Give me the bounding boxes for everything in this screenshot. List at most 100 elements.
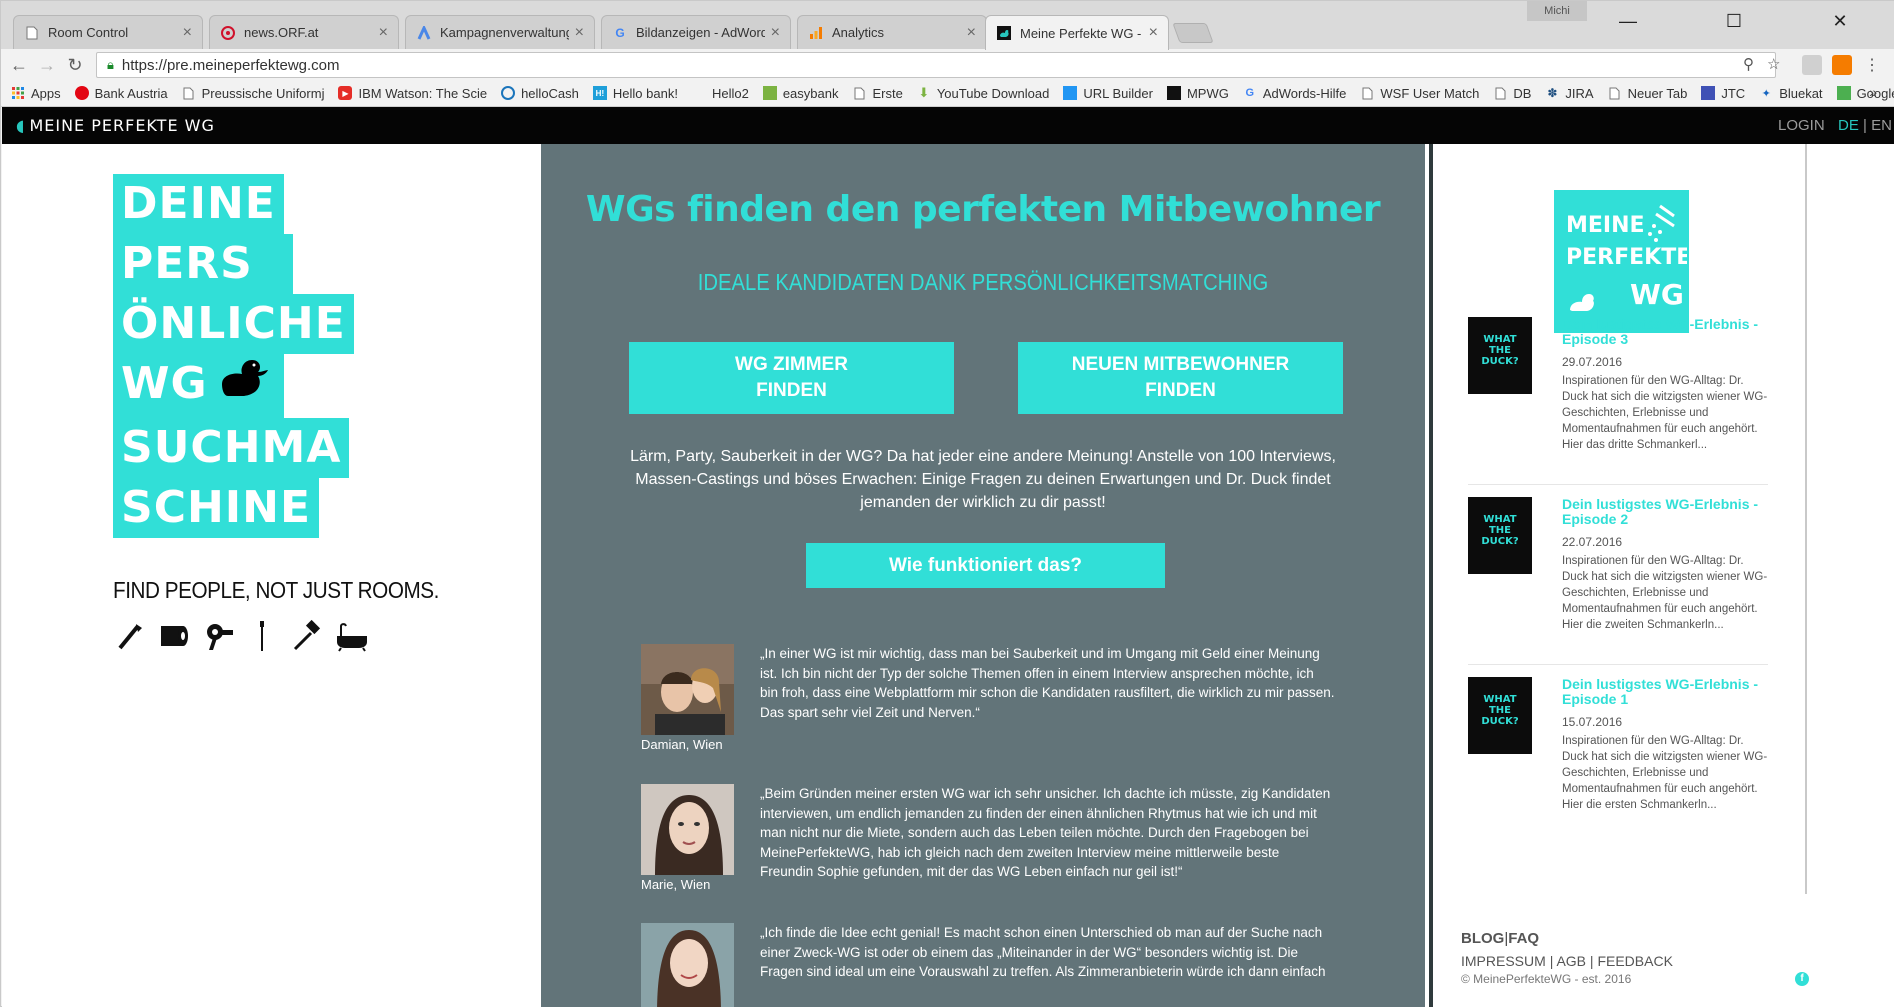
bookmark-easybank[interactable]: easybank bbox=[762, 85, 839, 101]
maximize-icon[interactable]: ☐ bbox=[1714, 11, 1754, 32]
cloud-extension-icon[interactable] bbox=[1802, 55, 1822, 75]
tab-room-control[interactable]: Room Control × bbox=[13, 15, 203, 49]
bookmark-hello2[interactable]: Hello2 bbox=[692, 86, 749, 101]
blog-post[interactable]: WHAT THE DUCK? Dein lustigstes WG-Erlebnis… bbox=[1468, 317, 1768, 477]
sidebar-scrollbar[interactable] bbox=[1805, 144, 1807, 894]
back-icon[interactable]: ← bbox=[7, 53, 31, 77]
lang-en-link[interactable]: EN bbox=[1871, 117, 1892, 134]
testimonial: Marie, Wien „Beim Gründen meiner ersten … bbox=[641, 784, 1341, 894]
close-icon[interactable]: × bbox=[1149, 24, 1158, 42]
impressum-link[interactable]: IMPRESSUM bbox=[1461, 953, 1546, 969]
profile-name[interactable]: Michi bbox=[1527, 1, 1587, 21]
bookmark-bank-austria[interactable]: Bank Austria bbox=[74, 86, 168, 101]
tab-orf[interactable]: news.ORF.at × bbox=[209, 15, 399, 49]
tab-meine-perfekte-wg[interactable]: Meine Perfekte WG - WG × bbox=[985, 15, 1169, 50]
bookmark-apps[interactable]: Apps bbox=[11, 86, 61, 101]
brand-logo-line: PERFEKTE bbox=[1566, 245, 1687, 270]
lang-separator: | bbox=[1858, 117, 1872, 134]
tab-title: Room Control bbox=[48, 25, 129, 40]
url-text[interactable]: https://pre.meineperfektewg.com bbox=[122, 57, 340, 74]
faq-link[interactable]: FAQ bbox=[1508, 930, 1539, 947]
bookmark-label: Neuer Tab bbox=[1627, 85, 1688, 101]
star-icon[interactable]: ☆ bbox=[1767, 55, 1780, 73]
bookmark-hellocash[interactable]: helloCash bbox=[501, 86, 579, 101]
bookmark-erste[interactable]: Erste bbox=[852, 85, 903, 101]
tab-analytics[interactable]: Analytics × bbox=[797, 15, 987, 49]
close-icon[interactable]: × bbox=[967, 24, 976, 42]
facebook-icon[interactable]: f bbox=[1795, 972, 1809, 986]
reload-icon[interactable]: ↻ bbox=[63, 53, 87, 77]
post-separator bbox=[1468, 664, 1768, 665]
lang-de-link[interactable]: DE bbox=[1838, 117, 1859, 134]
close-icon[interactable]: × bbox=[183, 24, 192, 42]
browser-toolbar: ← → ↻ 🔒︎ https://pre.meineperfektewg.com… bbox=[1, 49, 1894, 80]
bookmark-youtube-download[interactable]: ⬇ YouTube Download bbox=[917, 85, 1050, 101]
bookmark-jira[interactable]: ✽ JIRA bbox=[1545, 86, 1593, 101]
bookmark-url-builder[interactable]: URL Builder bbox=[1063, 86, 1153, 101]
blog-post-title[interactable]: Dein lustigstes WG-Erlebnis - Episode 2 bbox=[1562, 497, 1772, 527]
site-logo[interactable]: ◖ MEINE PERFEKTE WG bbox=[16, 116, 215, 135]
close-window-icon[interactable]: ✕ bbox=[1820, 11, 1860, 32]
bookmark-db[interactable]: DB bbox=[1493, 86, 1531, 101]
tab-kampagnenverwaltung[interactable]: Kampagnenverwaltung - × bbox=[405, 15, 595, 49]
blog-post-date: 22.07.2016 bbox=[1562, 535, 1623, 549]
how-it-works-button[interactable]: Wie funktioniert das? bbox=[806, 543, 1165, 588]
bookmark-preussische[interactable]: Preussische Uniformj bbox=[182, 86, 324, 101]
close-icon[interactable]: × bbox=[379, 24, 388, 42]
agb-link[interactable]: AGB bbox=[1556, 953, 1586, 969]
feedback-link[interactable]: FEEDBACK bbox=[1597, 953, 1672, 969]
blog-post-thumbnail[interactable]: WHAT THE DUCK? bbox=[1468, 497, 1532, 574]
close-icon[interactable]: × bbox=[771, 24, 780, 42]
bookmark-wsf-user-match[interactable]: WSF User Match bbox=[1360, 86, 1479, 101]
blog-post-title[interactable]: Dein lustigstes WG-Erlebnis - Episode 3 bbox=[1562, 317, 1772, 347]
testimonial-photo bbox=[641, 644, 734, 735]
toilet-paper-icon bbox=[157, 619, 191, 653]
bookmark-neuer-tab[interactable]: Neuer Tab bbox=[1608, 85, 1688, 101]
maps-icon bbox=[1836, 86, 1851, 100]
minimize-icon[interactable]: — bbox=[1608, 11, 1648, 32]
page-icon bbox=[1360, 86, 1374, 100]
bookmark-label: YouTube Download bbox=[936, 85, 1050, 101]
brand-logo[interactable]: MEINE PERFEKTE WG bbox=[1554, 190, 1691, 333]
jira-icon: ✽ bbox=[1547, 86, 1558, 100]
bookmark-adwords-hilfe[interactable]: G AdWords-Hilfe bbox=[1243, 86, 1347, 101]
blog-post[interactable]: WHAT THE DUCK? Dein lustigstes WG-Erlebnis… bbox=[1468, 677, 1768, 837]
bookmark-bluekat[interactable]: ✦ Bluekat bbox=[1759, 86, 1823, 101]
brand-logo-line: WG bbox=[1630, 278, 1684, 311]
bookmark-hello-bank[interactable]: H! Hello bank! bbox=[592, 86, 678, 101]
bookmark-label: DB bbox=[1513, 85, 1532, 101]
login-link[interactable]: LOGIN bbox=[1778, 117, 1825, 134]
blog-post-title[interactable]: Dein lustigstes WG-Erlebnis - Episode 1 bbox=[1562, 677, 1772, 707]
tab-title: news.ORF.at bbox=[244, 25, 319, 40]
bookmarks-more-icon[interactable]: » bbox=[1869, 84, 1877, 100]
close-icon[interactable]: × bbox=[575, 24, 584, 42]
find-roommate-button[interactable]: NEUEN MITBEWOHNER FINDEN bbox=[1018, 342, 1343, 414]
bookmark-mpwg[interactable]: MPWG bbox=[1166, 86, 1229, 101]
blog-link[interactable]: BLOG bbox=[1461, 930, 1504, 947]
hairdryer-icon bbox=[201, 619, 235, 653]
blog-post-thumbnail[interactable]: WHAT THE DUCK? bbox=[1468, 317, 1532, 394]
column-divider bbox=[1429, 144, 1433, 1007]
bookmark-ibm-watson[interactable]: ▶ IBM Watson: The Scie bbox=[338, 86, 487, 101]
hero-line-with-duck: WG bbox=[113, 354, 284, 418]
menu-icon[interactable]: ⋮ bbox=[1862, 57, 1882, 77]
bathtub-icon bbox=[333, 619, 367, 653]
find-room-button[interactable]: WG ZIMMER FINDEN bbox=[629, 342, 954, 414]
bookmark-label: IBM Watson: The Scie bbox=[358, 85, 488, 101]
bookmark-jtc[interactable]: JTC bbox=[1701, 86, 1745, 101]
analytics-extension-icon[interactable] bbox=[1832, 55, 1852, 75]
tab-bildanzeigen[interactable]: G Bildanzeigen - AdWords × bbox=[601, 15, 791, 49]
google-icon: G bbox=[615, 25, 625, 40]
address-bar[interactable]: 🔒︎ https://pre.meineperfektewg.com bbox=[96, 52, 1776, 78]
page-icon bbox=[24, 25, 40, 41]
bookmark-google-maps[interactable]: Google Maps bbox=[1836, 86, 1894, 101]
zoom-icon[interactable]: ⚲ bbox=[1743, 55, 1754, 73]
brand-logo-line: MEINE bbox=[1566, 213, 1645, 238]
bookmark-label: Erste bbox=[872, 85, 903, 101]
blog-post[interactable]: WHAT THE DUCK? Dein lustigstes WG-Erlebnis… bbox=[1468, 497, 1768, 657]
forward-icon[interactable]: → bbox=[35, 53, 59, 77]
bookmark-label: easybank bbox=[782, 85, 839, 101]
blog-post-thumbnail[interactable]: WHAT THE DUCK? bbox=[1468, 677, 1532, 754]
new-tab-button[interactable] bbox=[1172, 23, 1214, 43]
bookmark-label: WSF User Match bbox=[1380, 85, 1480, 101]
